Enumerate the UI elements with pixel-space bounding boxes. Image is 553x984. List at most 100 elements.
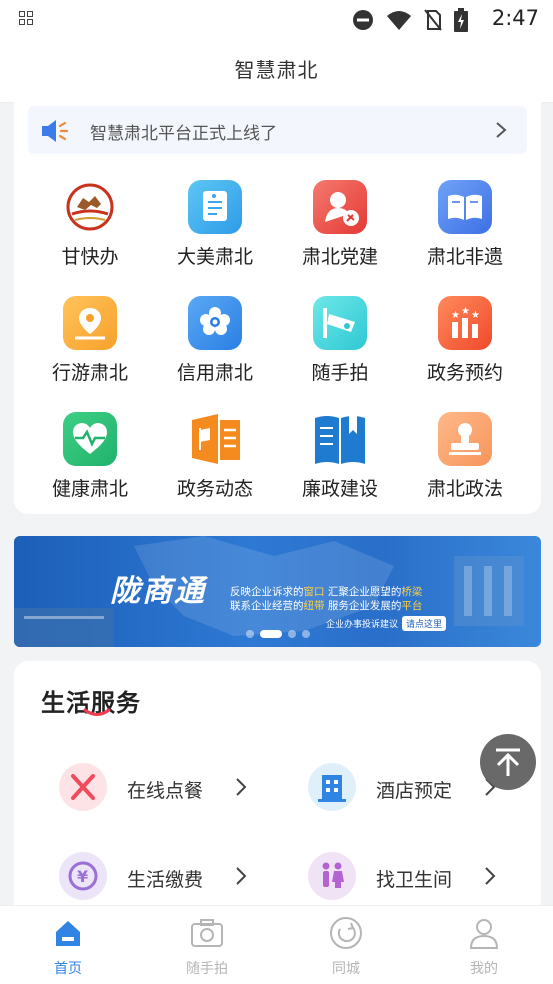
banner-text: 桥梁 bbox=[401, 586, 423, 598]
banner-cta[interactable]: 企业办事投诉建议 请点这里 bbox=[326, 616, 447, 631]
stamp-icon bbox=[438, 412, 492, 466]
tab-home[interactable]: 首页 bbox=[18, 916, 118, 978]
tab-label: 随手拍 bbox=[186, 961, 228, 977]
app-lianzheng-jianshe[interactable]: 廉政建设 bbox=[280, 412, 400, 501]
battery-icon bbox=[454, 8, 468, 32]
heartbeat-icon bbox=[63, 412, 117, 466]
promo-banner[interactable]: 陇商通 反映企业诉求的窗口 汇聚企业愿望的桥梁 联系企业经营的纽带 服务企业发展… bbox=[14, 536, 541, 647]
dnd-icon bbox=[353, 10, 373, 30]
book-blue-icon bbox=[313, 412, 367, 466]
carousel-indicator bbox=[246, 630, 310, 638]
home-icon bbox=[56, 921, 80, 946]
page-title: 智慧肃北 bbox=[234, 58, 319, 82]
map-pin-icon bbox=[63, 296, 117, 350]
app-label: 随手拍 bbox=[311, 362, 369, 384]
services-card: 生活服务 在线点餐 酒店预定 ¥ 生活缴费 找卫生间 bbox=[14, 661, 541, 921]
notice-text: 智慧肃北平台正式上线了 bbox=[90, 124, 277, 144]
banner-title: 陇商通 bbox=[110, 574, 206, 609]
tab-tongcheng[interactable]: 同城 bbox=[296, 916, 396, 978]
status-bar: 2:47 bbox=[0, 0, 553, 38]
app-suishoupai[interactable]: 随手拍 bbox=[280, 296, 400, 385]
svg-text:★: ★ bbox=[471, 310, 480, 321]
tab-mine[interactable]: 我的 bbox=[434, 916, 534, 978]
apps-card: 智慧肃北平台正式上线了 甘快办 大美肃北 肃北党建 肃北非遗 行游肃北 信用肃北… bbox=[14, 102, 541, 514]
cctv-camera-icon bbox=[313, 296, 367, 350]
banner-text: 窗口 bbox=[303, 586, 325, 598]
app-label: 肃北党建 bbox=[301, 246, 378, 268]
chevron-right-icon bbox=[236, 778, 247, 796]
app-label: 行游肃北 bbox=[51, 362, 128, 384]
party-emblem-icon bbox=[313, 180, 367, 234]
arrow-up-icon bbox=[496, 748, 520, 776]
tab-suishoupai[interactable]: 随手拍 bbox=[157, 916, 257, 978]
back-to-top-button[interactable] bbox=[480, 734, 536, 790]
app-label: 肃北政法 bbox=[426, 478, 503, 500]
document-icon bbox=[188, 180, 242, 234]
flower-icon bbox=[188, 296, 242, 350]
app-label: 信用肃北 bbox=[176, 362, 253, 384]
bottom-tab-bar: 首页 随手拍 同城 我的 bbox=[0, 905, 553, 984]
service-online-order[interactable]: 在线点餐 bbox=[59, 763, 279, 813]
tab-label: 首页 bbox=[54, 961, 82, 977]
fork-knife-icon bbox=[59, 763, 107, 811]
app-label: 廉政建设 bbox=[301, 478, 378, 500]
chevron-right-icon bbox=[496, 122, 507, 138]
tab-label: 我的 bbox=[470, 961, 498, 977]
banner-cta-button[interactable]: 请点这里 bbox=[402, 616, 447, 631]
svg-text:★: ★ bbox=[461, 306, 470, 317]
banner-text: 服务企业发展的 bbox=[327, 600, 402, 612]
banner-slogan-2: 联系企业经营的纽带 服务企业发展的平台 bbox=[230, 598, 422, 613]
app-zhengwu-dongtai[interactable]: 政务动态 bbox=[155, 412, 275, 501]
yuan-cycle-icon: ¥ bbox=[59, 852, 107, 900]
service-label: 生活缴费 bbox=[127, 869, 204, 891]
banner-text: 联系企业经营的 bbox=[230, 600, 304, 612]
clock: 2:47 bbox=[491, 6, 539, 30]
app-label: 肃北非遗 bbox=[426, 246, 503, 268]
award-bars-icon: ★ ★ ★ bbox=[438, 296, 492, 350]
app-gankuaiban[interactable]: 甘快办 bbox=[30, 180, 150, 269]
horse-logo-icon bbox=[63, 180, 117, 234]
app-xinyong-subei[interactable]: 信用肃北 bbox=[155, 296, 275, 385]
title-underline-icon bbox=[83, 708, 111, 716]
service-label: 在线点餐 bbox=[127, 780, 204, 802]
app-xingyou-subei[interactable]: 行游肃北 bbox=[30, 296, 150, 385]
banner-text: 反映企业诉求的 bbox=[230, 586, 304, 598]
flag-news-icon bbox=[188, 412, 242, 466]
chevron-right-icon bbox=[236, 867, 247, 885]
banner-text: 汇聚企业愿望的 bbox=[327, 586, 402, 598]
app-label: 大美肃北 bbox=[176, 246, 253, 268]
app-label: 政务预约 bbox=[426, 362, 503, 384]
hotel-building-icon bbox=[308, 763, 356, 811]
title-bar: 智慧肃北 bbox=[0, 38, 553, 103]
app-subei-feiyi[interactable]: 肃北非遗 bbox=[405, 180, 525, 269]
banner-text: 纽带 bbox=[303, 600, 325, 612]
app-jiankang-subei[interactable]: 健康肃北 bbox=[30, 412, 150, 501]
banner-slogan-1: 反映企业诉求的窗口 汇聚企业愿望的桥梁 bbox=[230, 584, 422, 599]
svg-text:¥: ¥ bbox=[77, 867, 88, 886]
app-damei-subei[interactable]: 大美肃北 bbox=[155, 180, 275, 269]
open-book-icon bbox=[438, 180, 492, 234]
notice-bar[interactable]: 智慧肃北平台正式上线了 bbox=[28, 106, 527, 154]
app-zhengwu-yuyue[interactable]: ★ ★ ★ 政务预约 bbox=[405, 296, 525, 385]
tab-label: 同城 bbox=[332, 961, 360, 977]
app-grid-icon bbox=[19, 11, 35, 27]
service-label: 酒店预定 bbox=[376, 780, 453, 802]
banner-cta-text: 企业办事投诉建议 bbox=[326, 620, 399, 630]
camera-icon bbox=[191, 919, 223, 947]
chevron-right-icon bbox=[485, 867, 496, 885]
no-sim-icon bbox=[424, 9, 442, 31]
app-subei-zhengfa[interactable]: 肃北政法 bbox=[405, 412, 525, 501]
speaker-icon bbox=[42, 120, 69, 142]
banner-text: 平台 bbox=[401, 600, 423, 612]
service-find-restroom[interactable]: 找卫生间 bbox=[308, 852, 528, 902]
wifi-icon bbox=[387, 11, 411, 30]
user-icon bbox=[469, 919, 499, 949]
svg-text:★: ★ bbox=[451, 310, 460, 321]
app-label: 甘快办 bbox=[61, 246, 119, 268]
service-bill-payment[interactable]: ¥ 生活缴费 bbox=[59, 852, 279, 902]
app-label: 政务动态 bbox=[176, 478, 253, 500]
app-subei-dangjian[interactable]: 肃北党建 bbox=[280, 180, 400, 269]
circle-arrow-icon bbox=[330, 917, 362, 949]
app-label: 健康肃北 bbox=[51, 478, 128, 500]
restroom-icon bbox=[308, 852, 356, 900]
